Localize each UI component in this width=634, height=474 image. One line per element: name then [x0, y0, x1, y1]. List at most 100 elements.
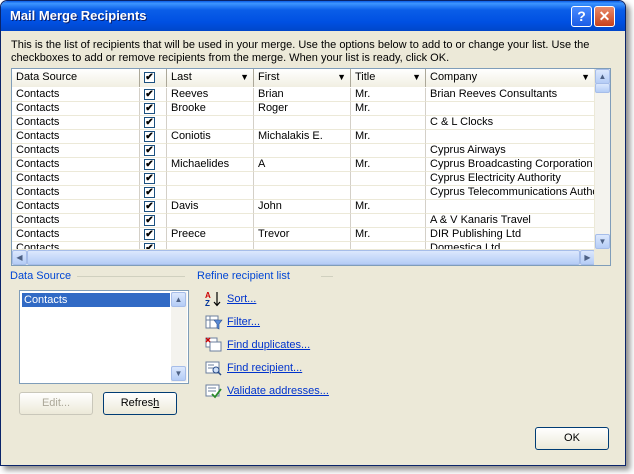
cell-title: Mr. — [351, 102, 426, 116]
table-row[interactable]: Contacts ✔ Cyprus Telecommunications Autho… — [12, 186, 595, 200]
scroll-up-arrow-icon[interactable]: ▲ — [595, 69, 610, 84]
dropdown-arrow-icon[interactable]: ▼ — [240, 72, 249, 82]
scroll-down-arrow-icon[interactable]: ▼ — [171, 366, 186, 381]
cell-data-source: Contacts — [12, 102, 140, 116]
cell-title — [351, 144, 426, 158]
table-row[interactable]: Contacts ✔ Davis John Mr. — [12, 200, 595, 214]
include-checkbox[interactable]: ✔ — [144, 89, 155, 100]
include-checkbox[interactable]: ✔ — [144, 131, 155, 142]
table-row[interactable]: Contacts ✔ Cyprus Electricity Authority — [12, 172, 595, 186]
help-button[interactable]: ? — [571, 6, 592, 27]
column-header-last[interactable]: Last ▼ — [167, 69, 254, 87]
sort-link[interactable]: Sort... — [227, 293, 256, 305]
filter-link[interactable]: Filter... — [227, 316, 260, 328]
cell-company: Brian Reeves Consultants — [426, 88, 595, 102]
column-header-data-source[interactable]: Data Source — [12, 69, 140, 87]
select-all-checkbox[interactable]: ✔ — [144, 72, 155, 83]
include-checkbox[interactable]: ✔ — [144, 159, 155, 170]
data-source-item[interactable]: Contacts — [22, 293, 170, 307]
cell-first: A — [254, 158, 351, 172]
dropdown-arrow-icon[interactable]: ▼ — [412, 72, 421, 82]
vertical-scrollbar[interactable]: ▲ ▼ — [594, 69, 610, 250]
dropdown-arrow-icon[interactable]: ▼ — [581, 72, 590, 82]
cell-title — [351, 186, 426, 200]
intro-text: This is the list of recipients that will… — [11, 39, 590, 64]
cell-title: Mr. — [351, 88, 426, 102]
include-checkbox[interactable]: ✔ — [144, 187, 155, 198]
scroll-left-arrow-icon[interactable]: ◀ — [12, 250, 27, 265]
data-source-list[interactable]: Contacts ▲ ▼ — [19, 290, 189, 384]
include-checkbox[interactable]: ✔ — [144, 117, 155, 128]
include-checkbox[interactable]: ✔ — [144, 201, 155, 212]
data-source-scrollbar[interactable]: ▲ ▼ — [171, 292, 187, 382]
cell-title — [351, 172, 426, 186]
close-button[interactable]: ✕ — [594, 6, 615, 27]
cell-company: Cyprus Broadcasting Corporation — [426, 158, 595, 172]
cell-data-source: Contacts — [12, 130, 140, 144]
column-header-checkbox[interactable]: ✔ — [140, 69, 167, 87]
column-header-title[interactable]: Title ▼ — [351, 69, 426, 87]
table-row[interactable]: Contacts ✔ Michaelides A Mr. Cyprus Broadcast… — [12, 158, 595, 172]
cell-title: Mr. — [351, 228, 426, 242]
sort-action[interactable]: AZ Sort... — [205, 290, 256, 308]
cell-title: Mr. — [351, 130, 426, 144]
include-checkbox[interactable]: ✔ — [144, 173, 155, 184]
cell-checkbox: ✔ — [140, 200, 167, 214]
cell-data-source: Contacts — [12, 158, 140, 172]
horizontal-scrollbar[interactable]: ◀ ▶ — [12, 249, 595, 265]
find-recipient-link[interactable]: Find recipient... — [227, 362, 302, 374]
cell-checkbox: ✔ — [140, 186, 167, 200]
group-divider — [321, 276, 333, 277]
table-row[interactable]: Contacts ✔ Coniotis Michalakis E. Mr. — [12, 130, 595, 144]
table-row[interactable]: Contacts ✔ Reeves Brian Mr. Brian Reeves Cons… — [12, 88, 595, 102]
include-checkbox[interactable]: ✔ — [144, 229, 155, 240]
dropdown-arrow-icon[interactable]: ▼ — [337, 72, 346, 82]
include-checkbox[interactable]: ✔ — [144, 215, 155, 226]
find-duplicates-action[interactable]: Find duplicates... — [205, 336, 310, 354]
ok-button[interactable]: OK — [535, 427, 609, 450]
cell-checkbox: ✔ — [140, 88, 167, 102]
validate-addresses-link[interactable]: Validate addresses... — [227, 385, 329, 397]
cell-checkbox: ✔ — [140, 116, 167, 130]
scroll-corner — [594, 249, 610, 265]
cell-last — [167, 144, 254, 158]
scroll-right-arrow-icon[interactable]: ▶ — [580, 250, 595, 265]
cell-last — [167, 214, 254, 228]
table-row[interactable]: Contacts ✔ C & L Clocks — [12, 116, 595, 130]
scroll-down-arrow-icon[interactable]: ▼ — [595, 234, 610, 249]
recipients-grid[interactable]: Data Source ✔ Last ▼ First ▼ Title ▼ Compan… — [11, 68, 611, 266]
table-row[interactable]: Contacts ✔ A & V Kanaris Travel — [12, 214, 595, 228]
cell-checkbox: ✔ — [140, 144, 167, 158]
cell-first: Michalakis E. — [254, 130, 351, 144]
cell-first — [254, 144, 351, 158]
data-source-group-label: Data Source — [10, 270, 72, 282]
table-row[interactable]: Contacts ✔ Cyprus Airways — [12, 144, 595, 158]
cell-last — [167, 116, 254, 130]
refine-group-label: Refine recipient list — [197, 270, 290, 282]
table-row[interactable]: Contacts ✔ Preece Trevor Mr. DIR Publishing L… — [12, 228, 595, 242]
find-recipient-icon — [205, 360, 223, 376]
edit-button[interactable]: Edit... — [19, 392, 93, 415]
cell-first: Roger — [254, 102, 351, 116]
cell-last — [167, 186, 254, 200]
table-row[interactable]: Contacts ✔ Brooke Roger Mr. — [12, 102, 595, 116]
filter-icon — [205, 314, 223, 330]
include-checkbox[interactable]: ✔ — [144, 103, 155, 114]
refresh-button[interactable]: Refresh — [103, 392, 177, 415]
cell-title — [351, 116, 426, 130]
title-bar[interactable]: Mail Merge Recipients ? ✕ — [1, 1, 625, 31]
scroll-up-arrow-icon[interactable]: ▲ — [171, 292, 186, 307]
horizontal-scroll-thumb[interactable] — [27, 250, 580, 265]
filter-action[interactable]: Filter... — [205, 313, 260, 331]
cell-first: Brian — [254, 88, 351, 102]
scroll-thumb[interactable] — [595, 83, 610, 93]
validate-addresses-action[interactable]: Validate addresses... — [205, 382, 329, 400]
column-header-company[interactable]: Company ▼ — [426, 69, 595, 87]
column-header-first[interactable]: First ▼ — [254, 69, 351, 87]
find-duplicates-icon — [205, 337, 223, 353]
cell-last: Preece — [167, 228, 254, 242]
find-recipient-action[interactable]: Find recipient... — [205, 359, 302, 377]
find-duplicates-link[interactable]: Find duplicates... — [227, 339, 310, 351]
cell-title — [351, 214, 426, 228]
include-checkbox[interactable]: ✔ — [144, 145, 155, 156]
